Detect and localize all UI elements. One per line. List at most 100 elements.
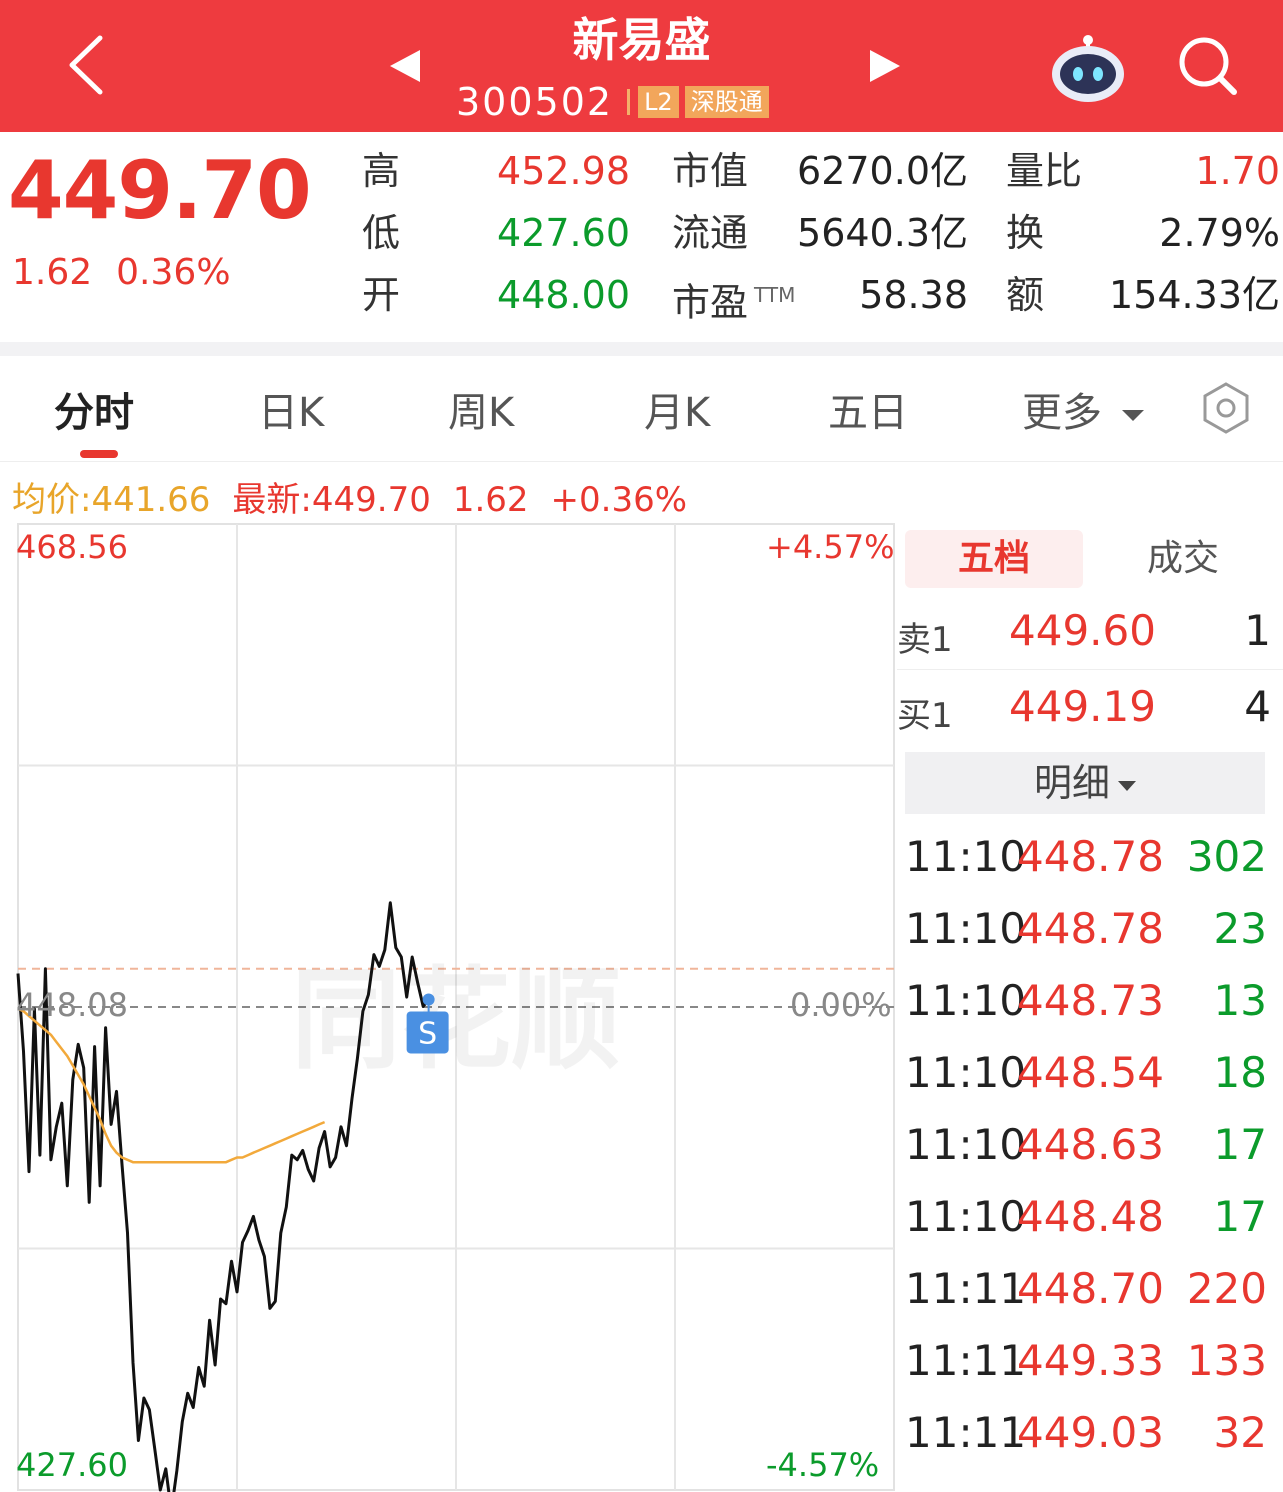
y-axis-max-label: 468.56 bbox=[16, 528, 128, 566]
y-axis-mid-label: 448.08 bbox=[16, 986, 128, 1024]
bid1-label: 买1 bbox=[897, 696, 953, 736]
trade-row: 11:11 449.33 133 bbox=[905, 1324, 1275, 1396]
intraday-chart-svg: 同花顺S bbox=[16, 523, 895, 1492]
shenzhen-connect-badge: 深股通 bbox=[684, 86, 769, 118]
trade-volume: 13 bbox=[1213, 976, 1267, 1025]
amount-value: 154.33亿 bbox=[1109, 273, 1280, 317]
volume-ratio-value: 1.70 bbox=[1195, 149, 1280, 193]
trade-row: 11:10 448.78 23 bbox=[905, 892, 1275, 964]
tab-five-day[interactable]: 五日 bbox=[828, 380, 908, 438]
bid-level-1: 买1 449.19 4 bbox=[897, 670, 1283, 746]
latest-price: 最新:449.70 bbox=[232, 480, 431, 520]
trade-row: 11:10 448.54 18 bbox=[905, 1036, 1275, 1108]
high-value: 452.98 bbox=[497, 149, 630, 193]
trade-volume: 17 bbox=[1213, 1120, 1267, 1169]
float-cap-value: 5640.3亿 bbox=[797, 211, 968, 255]
trade-volume: 32 bbox=[1213, 1408, 1267, 1457]
chart-period-tabs: 分时 日K 周K 月K 五日 更多 bbox=[0, 356, 1283, 462]
detail-label: 明细 bbox=[1033, 761, 1110, 805]
trade-time: 11:11 bbox=[905, 1264, 1027, 1313]
pe-label-text: 市盈 bbox=[672, 280, 749, 325]
chart-info-line: 均价:441.66 最新:449.70 1.62 +0.36% bbox=[12, 472, 709, 521]
open-value: 448.00 bbox=[497, 273, 630, 317]
pe-value: 58.38 bbox=[859, 273, 968, 317]
intraday-chart[interactable]: 同花顺 S 468.56 +4.57% 448.08 0.00% 427.60 -… bbox=[0, 520, 897, 1492]
float-cap-label: 流通 bbox=[672, 211, 749, 255]
stock-sub-line: 300502 L2 深股通 bbox=[456, 80, 775, 124]
pe-label: 市盈 TTM bbox=[672, 270, 795, 328]
trade-volume: 220 bbox=[1186, 1264, 1267, 1313]
ask1-price: 449.60 bbox=[1009, 606, 1156, 655]
tab-daily-k[interactable]: 日K bbox=[258, 380, 324, 438]
latest-change: 1.62 bbox=[452, 480, 529, 520]
order-book-panel: 五档 成交 卖1 449.60 1 买1 449.19 4 明细 11:10 44… bbox=[897, 520, 1283, 1492]
trade-price: 448.73 bbox=[1017, 976, 1164, 1025]
change-value: 1.62 bbox=[12, 252, 93, 293]
market-cap-value: 6270.0亿 bbox=[797, 149, 968, 193]
order-book-tabs: 五档 成交 bbox=[905, 530, 1275, 588]
low-value: 427.60 bbox=[497, 211, 630, 255]
tab-more-label: 更多 bbox=[1022, 390, 1102, 436]
y-axis-min-label: 427.60 bbox=[16, 1446, 128, 1484]
pct-axis-min-label: -4.57% bbox=[766, 1446, 880, 1484]
trade-price: 448.54 bbox=[1017, 1048, 1164, 1097]
trade-row: 11:11 449.03 32 bbox=[905, 1396, 1275, 1468]
settings-hexagon-icon[interactable] bbox=[1196, 378, 1256, 438]
bid1-price: 449.19 bbox=[1009, 682, 1156, 731]
volume-ratio-label: 量比 bbox=[1006, 149, 1083, 193]
trade-row: 11:10 448.73 13 bbox=[905, 964, 1275, 1036]
low-label: 低 bbox=[362, 211, 401, 255]
open-label: 开 bbox=[362, 273, 401, 317]
ask1-volume: 1 bbox=[1244, 606, 1271, 655]
tab-intraday[interactable]: 分时 bbox=[54, 380, 134, 438]
trade-volume: 23 bbox=[1213, 904, 1267, 953]
tab-more[interactable]: 更多 bbox=[1022, 380, 1144, 438]
price-change: 1.62 0.36% bbox=[12, 252, 255, 293]
detail-dropdown-button[interactable]: 明细 bbox=[905, 752, 1265, 814]
trade-price: 448.48 bbox=[1017, 1192, 1164, 1241]
chevron-down-icon bbox=[1122, 409, 1144, 421]
pe-ttm-suffix: TTM bbox=[754, 283, 796, 307]
tab-weekly-k[interactable]: 周K bbox=[448, 380, 514, 438]
pct-axis-mid-label: 0.00% bbox=[790, 986, 892, 1024]
turnover-value: 2.79% bbox=[1159, 211, 1280, 255]
trade-price: 449.33 bbox=[1017, 1336, 1164, 1385]
watermark-text: 同花顺 bbox=[291, 956, 621, 1084]
change-percent: 0.36% bbox=[116, 252, 231, 293]
tab-five-levels[interactable]: 五档 bbox=[905, 530, 1083, 588]
l2-badge: L2 bbox=[638, 86, 679, 118]
sell-signal-letter: S bbox=[418, 1016, 437, 1051]
trade-time: 11:11 bbox=[905, 1336, 1027, 1385]
trade-row: 11:10 448.48 17 bbox=[905, 1180, 1275, 1252]
ask1-label: 卖1 bbox=[897, 620, 953, 660]
trade-row: 11:10 448.78 302 bbox=[905, 820, 1275, 892]
market-cap-label: 市值 bbox=[672, 149, 749, 193]
last-price: 449.70 bbox=[8, 144, 312, 237]
trade-time: 11:11 bbox=[905, 1408, 1027, 1457]
avg-price: 均价:441.66 bbox=[12, 480, 211, 520]
search-icon[interactable] bbox=[1176, 34, 1240, 98]
trade-price: 448.70 bbox=[1017, 1264, 1164, 1313]
tab-monthly-k[interactable]: 月K bbox=[644, 380, 710, 438]
separator bbox=[627, 89, 631, 115]
trade-volume: 133 bbox=[1186, 1336, 1267, 1385]
active-tab-indicator bbox=[80, 450, 118, 458]
bid1-volume: 4 bbox=[1244, 682, 1271, 731]
next-stock-icon[interactable] bbox=[868, 48, 902, 84]
tab-trades[interactable]: 成交 bbox=[1093, 530, 1273, 588]
ask-level-1: 卖1 449.60 1 bbox=[897, 594, 1283, 670]
robot-assistant-icon[interactable] bbox=[1050, 34, 1126, 104]
trade-price: 448.63 bbox=[1017, 1120, 1164, 1169]
trade-volume: 17 bbox=[1213, 1192, 1267, 1241]
trade-time: 11:10 bbox=[905, 1120, 1027, 1169]
pct-axis-max-label: +4.57% bbox=[766, 528, 895, 566]
trade-time: 11:10 bbox=[905, 976, 1027, 1025]
section-divider bbox=[0, 342, 1283, 356]
trade-time: 11:10 bbox=[905, 1192, 1027, 1241]
trade-time: 11:10 bbox=[905, 904, 1027, 953]
trade-time: 11:10 bbox=[905, 1048, 1027, 1097]
caret-down-icon bbox=[1118, 780, 1136, 791]
latest-change-percent: +0.36% bbox=[550, 480, 688, 520]
trade-price: 449.03 bbox=[1017, 1408, 1164, 1457]
trade-row: 11:11 448.70 220 bbox=[905, 1252, 1275, 1324]
